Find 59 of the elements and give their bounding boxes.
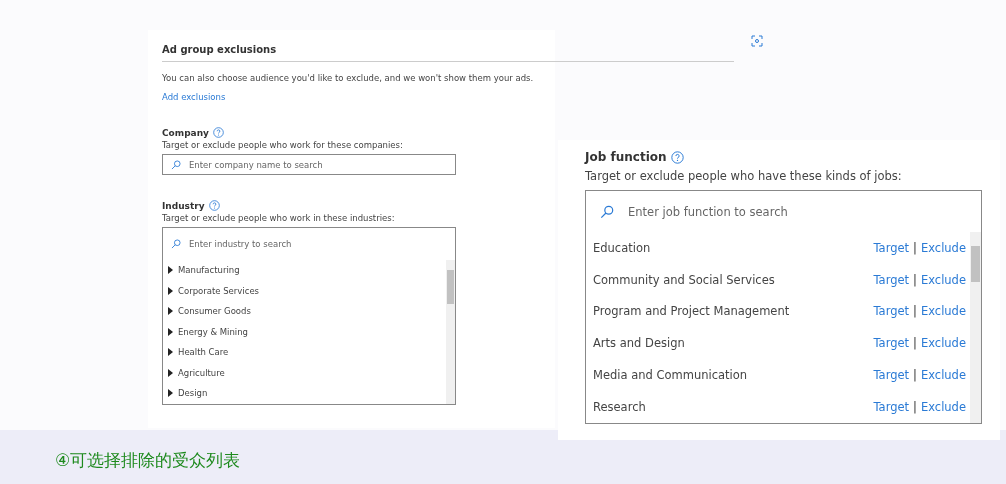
caret-icon[interactable] xyxy=(167,266,173,275)
industry-item[interactable]: Agriculture xyxy=(163,362,446,383)
scrollbar[interactable] xyxy=(446,260,455,404)
link-separator: | xyxy=(913,399,917,414)
help-icon[interactable] xyxy=(670,150,684,164)
job-function-name: Community and Social Services xyxy=(593,272,776,287)
link-separator: | xyxy=(913,336,917,351)
section-title: Ad group exclusions xyxy=(162,44,734,62)
target-link[interactable]: Target xyxy=(873,272,910,287)
caption: ④可选择排除的受众列表 xyxy=(55,449,241,472)
field-hint: Target or exclude people who work in these industries: xyxy=(162,213,396,223)
exclude-link[interactable]: Exclude xyxy=(920,272,966,287)
industry-item[interactable]: Manufacturing xyxy=(163,260,446,281)
caret-icon[interactable] xyxy=(167,327,173,336)
link-separator: | xyxy=(913,272,917,287)
company-search-box[interactable]: Enter company name to search xyxy=(162,154,456,175)
industry-item[interactable]: Design xyxy=(163,383,446,404)
scan-icon[interactable] xyxy=(751,35,763,47)
target-link[interactable]: Target xyxy=(873,240,910,255)
section-description: You can also choose audience you'd like to exclude, and we won't show them your ads. xyxy=(162,73,535,83)
exclude-link[interactable]: Exclude xyxy=(920,368,966,383)
job-function-name: Research xyxy=(593,399,647,414)
caret-icon[interactable] xyxy=(167,348,173,357)
exclude-link[interactable]: Exclude xyxy=(920,240,966,255)
industry-item[interactable]: Corporate Services xyxy=(163,280,446,301)
scrollbar[interactable] xyxy=(970,232,981,423)
job-function-name: Education xyxy=(593,240,652,255)
caret-icon[interactable] xyxy=(167,286,173,295)
industry-item[interactable]: Consumer Goods xyxy=(163,301,446,322)
field-label: Industry xyxy=(162,200,205,211)
link-separator: | xyxy=(913,368,917,383)
add-exclusions-link[interactable]: Add exclusions xyxy=(162,92,226,102)
search-icon xyxy=(171,239,181,249)
caret-icon[interactable] xyxy=(167,368,173,377)
exclude-link[interactable]: Exclude xyxy=(920,304,966,319)
job-function-name: Media and Communication xyxy=(593,368,749,383)
caret-icon[interactable] xyxy=(167,307,173,316)
field-label: Company xyxy=(162,127,209,138)
search-icon xyxy=(600,204,614,219)
search-icon xyxy=(171,159,181,170)
exclude-link[interactable]: Exclude xyxy=(920,399,966,414)
job-function-search-field[interactable]: Enter job function to search xyxy=(626,203,973,220)
industry-item[interactable]: Energy & Mining xyxy=(163,321,446,342)
target-link[interactable]: Target xyxy=(873,304,910,319)
target-link[interactable]: Target xyxy=(873,368,910,383)
company-search-field[interactable]: Enter company name to search xyxy=(187,158,447,171)
field-hint: Target or exclude people who work for these companies: xyxy=(162,140,404,150)
link-separator: | xyxy=(913,304,917,319)
exclude-link[interactable]: Exclude xyxy=(920,336,966,351)
job-function-name: Program and Project Management xyxy=(593,304,791,319)
target-link[interactable]: Target xyxy=(873,336,910,351)
industry-search-field[interactable]: Enter industry to search xyxy=(187,238,447,250)
field-hint: Target or exclude people who have these kinds of jobs: xyxy=(585,169,903,183)
target-link[interactable]: Target xyxy=(873,399,910,414)
industry-item[interactable]: Health Care xyxy=(163,342,446,363)
field-label: Job function xyxy=(585,150,667,164)
link-separator: | xyxy=(913,240,917,255)
caret-icon[interactable] xyxy=(167,389,173,398)
job-function-name: Arts and Design xyxy=(593,336,686,351)
